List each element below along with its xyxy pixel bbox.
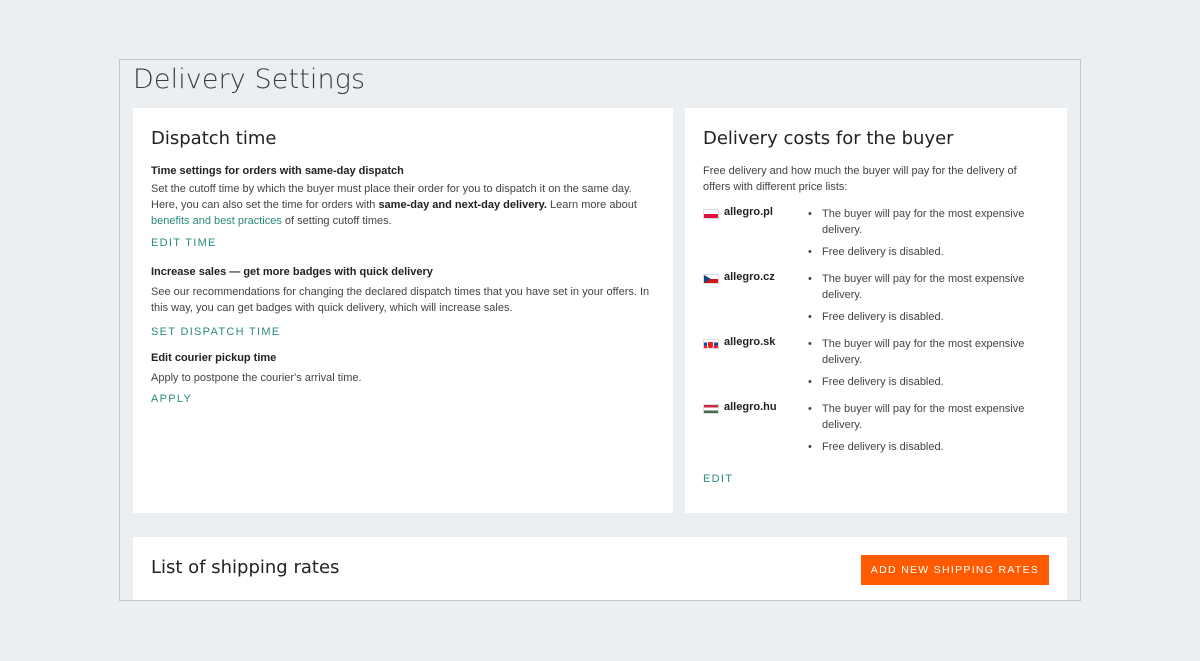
dispatch-card-title: Dispatch time: [151, 128, 277, 149]
badges-title: Increase sales — get more badges with qu…: [151, 266, 433, 278]
add-shipping-rates-button[interactable]: ADD NEW SHIPPING RATES: [861, 555, 1049, 585]
market-name: allegro.sk: [724, 336, 776, 348]
same-day-text-2: Learn more about: [546, 199, 637, 211]
badges-description: See our recommendations for changing the…: [151, 286, 650, 314]
pickup-title: Edit courier pickup time: [151, 352, 277, 364]
flag-pl-icon: [703, 209, 719, 219]
list-item: Free delivery is disabled.: [805, 309, 1025, 325]
set-dispatch-time-button[interactable]: SET DISPATCH TIME: [151, 326, 280, 338]
list-item: The buyer will pay for the most expensiv…: [805, 206, 1025, 238]
page-title: Delivery Settings: [133, 64, 366, 95]
rates-card-title: List of shipping rates: [151, 557, 340, 578]
dispatch-time-card: Dispatch time Time settings for orders w…: [133, 108, 673, 513]
market-details: The buyer will pay for the most expensiv…: [805, 206, 1025, 266]
market-name: allegro.pl: [724, 206, 773, 218]
market-details: The buyer will pay for the most expensiv…: [805, 401, 1025, 461]
delivery-settings-panel: Delivery Settings Dispatch time Time set…: [119, 59, 1081, 601]
list-item: The buyer will pay for the most expensiv…: [805, 401, 1025, 433]
edit-time-button[interactable]: EDIT TIME: [151, 237, 217, 249]
same-day-text-3: of setting cutoff times.: [281, 215, 392, 227]
costs-intro: Free delivery and how much the buyer wil…: [703, 165, 1017, 193]
apply-button[interactable]: APPLY: [151, 393, 192, 405]
market-details: The buyer will pay for the most expensiv…: [805, 336, 1025, 396]
edit-costs-button[interactable]: EDIT: [703, 473, 733, 485]
flag-cz-icon: [703, 274, 719, 284]
list-item: The buyer will pay for the most expensiv…: [805, 271, 1025, 303]
best-practices-link[interactable]: benefits and best practices: [151, 215, 282, 227]
list-item: Free delivery is disabled.: [805, 439, 1025, 455]
costs-card-title: Delivery costs for the buyer: [703, 128, 954, 149]
pickup-description: Apply to postpone the courier's arrival …: [151, 372, 362, 384]
market-name: allegro.cz: [724, 271, 775, 283]
flag-sk-icon: [703, 339, 719, 349]
same-day-bold-text: same-day and next-day delivery.: [378, 199, 547, 211]
same-day-title: Time settings for orders with same-day d…: [151, 165, 404, 177]
same-day-description: Set the cutoff time by which the buyer m…: [151, 181, 656, 229]
market-name: allegro.hu: [724, 401, 777, 413]
shipping-rates-card: List of shipping rates ADD NEW SHIPPING …: [133, 537, 1067, 600]
list-item: Free delivery is disabled.: [805, 374, 1025, 390]
flag-hu-icon: [703, 404, 719, 414]
list-item: Free delivery is disabled.: [805, 244, 1025, 260]
delivery-costs-card: Delivery costs for the buyer Free delive…: [685, 108, 1067, 513]
list-item: The buyer will pay for the most expensiv…: [805, 336, 1025, 368]
market-details: The buyer will pay for the most expensiv…: [805, 271, 1025, 331]
